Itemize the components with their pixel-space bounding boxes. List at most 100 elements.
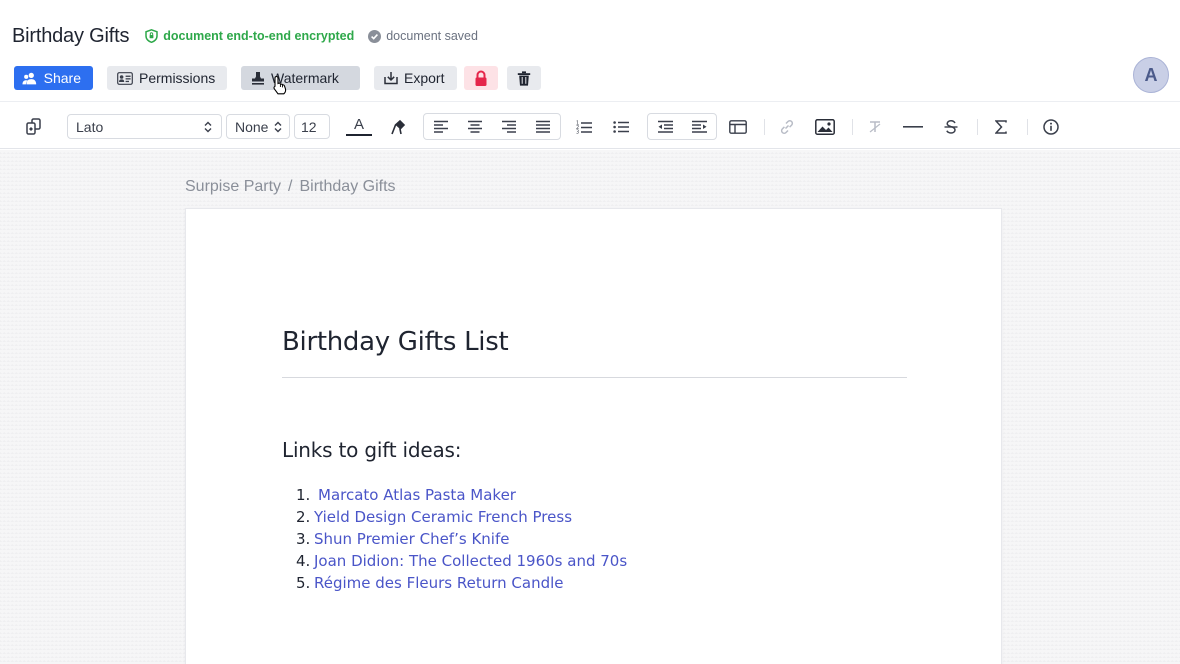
align-left-icon: [434, 120, 448, 133]
stamp-icon: [252, 72, 264, 85]
export-button[interactable]: Export: [374, 66, 457, 90]
align-justify-icon: [536, 120, 550, 133]
gift-link[interactable]: Joan Didion: The Collected 1960s and 70s: [314, 552, 627, 570]
heading-style-select[interactable]: None: [226, 114, 290, 139]
document-subheading[interactable]: Links to gift ideas:: [282, 438, 461, 462]
list-number: 3.: [296, 530, 311, 548]
align-right-icon: [502, 120, 516, 133]
lock-button[interactable]: [464, 66, 498, 90]
toolbar-divider: [977, 119, 978, 135]
table-icon: [729, 119, 747, 134]
gift-link[interactable]: Régime des Fleurs Return Candle: [314, 574, 564, 592]
font-family-value: Lato: [76, 118, 104, 135]
list-number: 5.: [296, 574, 311, 592]
strikethrough-icon: [944, 119, 958, 134]
highlighter-icon: [391, 119, 406, 134]
clear-formatting-button[interactable]: [864, 114, 886, 139]
svg-text:3: 3: [576, 129, 579, 134]
info-button[interactable]: [1040, 114, 1062, 139]
sigma-icon: [995, 119, 1007, 134]
outdent-button[interactable]: [654, 114, 676, 139]
breadcrumb-current: Birthday Gifts: [299, 178, 396, 195]
export-label: Export: [404, 70, 445, 86]
ordered-list-icon: 1 2 3: [576, 120, 592, 134]
permissions-label: Permissions: [139, 70, 216, 86]
text-color-swatch: [346, 134, 372, 136]
strikethrough-button[interactable]: [940, 114, 962, 139]
list-number: 2.: [296, 508, 311, 526]
gift-link[interactable]: Shun Premier Chef’s Knife: [314, 530, 509, 548]
watermark-button[interactable]: Watermark: [241, 66, 360, 90]
info-icon: [1043, 118, 1059, 135]
list-item: 5. Régime des Fleurs Return Candle: [282, 572, 627, 594]
lock-icon: [475, 70, 487, 86]
horizontal-rule-button[interactable]: [901, 114, 925, 139]
clear-format-icon: [869, 120, 881, 132]
permissions-button[interactable]: Permissions: [107, 66, 227, 90]
align-right-button[interactable]: [498, 114, 520, 139]
hand-pointer-icon: [273, 75, 287, 95]
document-title[interactable]: Birthday Gifts: [12, 25, 129, 48]
encryption-badge: document end-to-end encrypted: [145, 29, 354, 43]
breadcrumb: Surpise Party / Birthday Gifts: [185, 178, 396, 196]
link-icon: [780, 119, 794, 134]
indent-icon: [691, 120, 707, 133]
format-painter-button[interactable]: [22, 114, 46, 139]
document-heading[interactable]: Birthday Gifts List: [282, 327, 509, 357]
title-row: Birthday Gifts document end-to-end encry…: [12, 22, 478, 50]
document-page[interactable]: Birthday Gifts List Links to gift ideas:…: [185, 208, 1002, 664]
font-size-input[interactable]: 12: [294, 114, 330, 139]
list-item: 2. Yield Design Ceramic French Press: [282, 506, 627, 528]
document-header: Birthday Gifts document end-to-end encry…: [0, 0, 1180, 101]
gift-link[interactable]: Marcato Atlas Pasta Maker: [318, 486, 516, 504]
text-color-button[interactable]: A: [345, 114, 373, 139]
encryption-status-text: document end-to-end encrypted: [163, 29, 355, 43]
list-item: 1. Marcato Atlas Pasta Maker: [282, 484, 627, 506]
save-status-badge: document saved: [368, 29, 478, 43]
list-number: 1.: [296, 486, 311, 504]
font-size-value: 12: [301, 118, 317, 135]
heading-style-value: None: [235, 118, 269, 135]
ordered-list-button[interactable]: 1 2 3: [573, 114, 595, 139]
insert-table-button[interactable]: [727, 114, 749, 139]
user-avatar[interactable]: A: [1133, 57, 1169, 93]
bullet-list-button[interactable]: [610, 114, 632, 139]
trash-icon: [517, 70, 531, 86]
shield-icon: [145, 29, 158, 43]
list-item: 4. Joan Didion: The Collected 1960s and …: [282, 550, 627, 572]
delete-button[interactable]: [507, 66, 541, 90]
chevron-updown-icon: [204, 121, 212, 132]
highlight-color-button[interactable]: [386, 114, 410, 139]
text-color-glyph: A: [353, 116, 364, 133]
align-left-button[interactable]: [430, 114, 452, 139]
formatting-toolbar: Lato None 12 A 1 2 3: [0, 101, 1180, 149]
share-label: Share: [43, 70, 81, 86]
gift-list: 1. Marcato Atlas Pasta Maker 2. Yield De…: [282, 484, 627, 594]
breadcrumb-parent[interactable]: Surpise Party: [185, 178, 281, 196]
insert-image-button[interactable]: [813, 114, 837, 139]
toolbar-divider: [852, 119, 853, 135]
list-item: 3. Shun Premier Chef’s Knife: [282, 528, 627, 550]
bullet-list-icon: [612, 120, 629, 133]
list-number: 4.: [296, 552, 311, 570]
indent-button[interactable]: [688, 114, 710, 139]
chevron-updown-icon: [274, 121, 282, 132]
align-center-icon: [468, 120, 482, 133]
users-icon: [22, 72, 37, 84]
align-justify-button[interactable]: [532, 114, 554, 139]
insert-link-button[interactable]: [776, 114, 798, 139]
gift-link[interactable]: Yield Design Ceramic French Press: [314, 508, 572, 526]
breadcrumb-separator: /: [288, 178, 293, 195]
share-button[interactable]: Share: [14, 66, 93, 90]
heading-divider: [282, 377, 907, 378]
toolbar-divider: [764, 119, 765, 135]
check-circle-icon: [368, 29, 382, 43]
insert-formula-button[interactable]: [990, 114, 1012, 139]
image-icon: [815, 118, 835, 135]
save-status-text: document saved: [386, 29, 478, 43]
font-family-select[interactable]: Lato: [67, 114, 222, 139]
horizontal-rule-icon: [903, 125, 923, 128]
align-center-button[interactable]: [464, 114, 486, 139]
toolbar-divider: [1027, 119, 1028, 135]
copy-format-icon: [26, 117, 41, 135]
